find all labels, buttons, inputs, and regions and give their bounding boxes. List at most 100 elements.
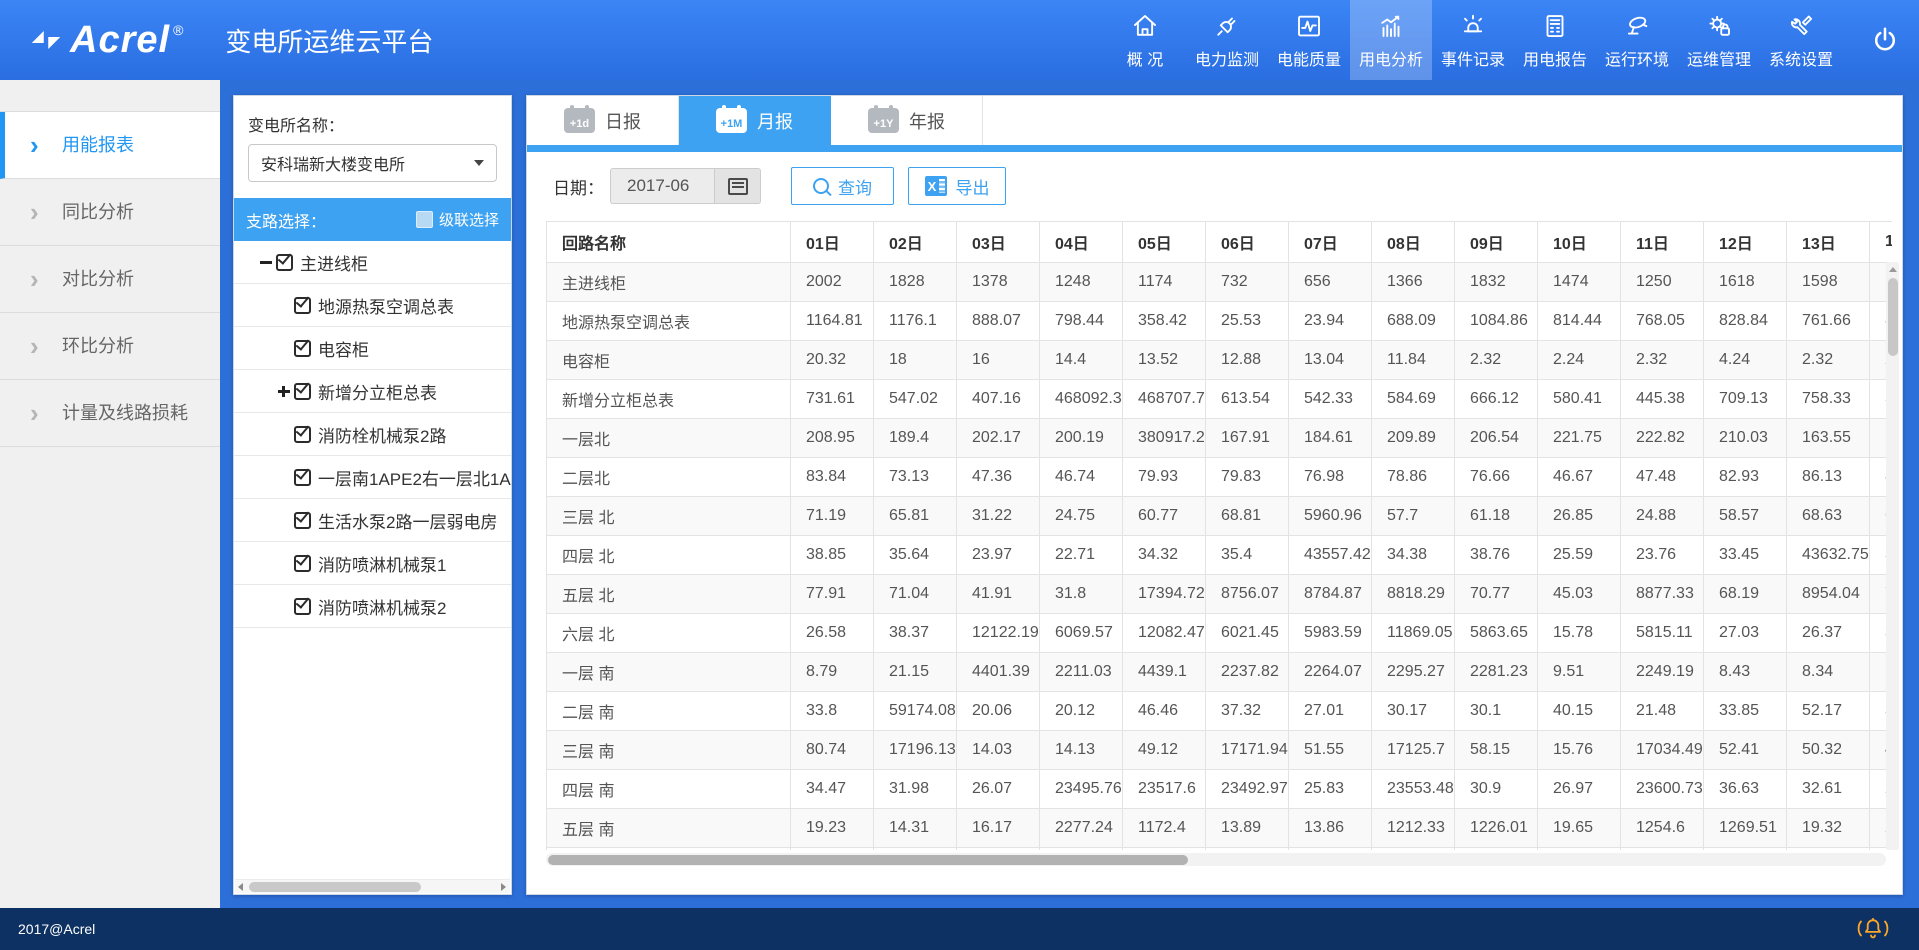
value-cell: 23.94 bbox=[1289, 302, 1372, 341]
value-cell: 51.55 bbox=[1289, 731, 1372, 770]
sidebar-item-3[interactable]: ›对比分析 bbox=[0, 246, 220, 313]
cascade-label: 级联选择 bbox=[439, 209, 499, 230]
value-cell: 14.4 bbox=[1040, 341, 1123, 380]
value-cell: 210.03 bbox=[1704, 419, 1787, 458]
tab-2[interactable]: +1M月报 bbox=[679, 96, 831, 145]
checkbox-checked-icon[interactable] bbox=[294, 512, 311, 529]
circuit-name-cell: 一层 南 bbox=[547, 653, 791, 692]
nav-item-home[interactable]: 概 况 bbox=[1104, 0, 1186, 80]
nav-item-waveform[interactable]: 电能质量 bbox=[1268, 0, 1350, 80]
report-panel: +1d日报+1M月报+1Y年报 日期： 2017-06 查询 X 导出 回路名称… bbox=[526, 95, 1903, 895]
tab-3[interactable]: +1Y年报 bbox=[831, 96, 983, 145]
report-toolbar: 日期： 2017-06 查询 X 导出 bbox=[527, 152, 1902, 220]
nav-item-label: 电能质量 bbox=[1277, 46, 1341, 70]
checkbox-checked-icon[interactable] bbox=[294, 598, 311, 615]
tree-item[interactable]: 新增分立柜总表 bbox=[234, 370, 511, 413]
value-cell: 25.59 bbox=[1538, 536, 1621, 575]
scroll-right-arrow-icon[interactable] bbox=[497, 880, 510, 893]
query-button[interactable]: 查询 bbox=[791, 167, 894, 205]
value-cell: 33.45 bbox=[1704, 536, 1787, 575]
nav-item-tools[interactable]: 系统设置 bbox=[1760, 0, 1842, 80]
checkbox-checked-icon[interactable] bbox=[294, 469, 311, 486]
table-vscrollbar[interactable] bbox=[1886, 262, 1899, 850]
sidebar-item-5[interactable]: ›计量及线路损耗 bbox=[0, 380, 220, 447]
value-cell: 6021.45 bbox=[1206, 614, 1289, 653]
sidebar-item-2[interactable]: ›同比分析 bbox=[0, 179, 220, 246]
value-cell: 58.15 bbox=[1455, 731, 1538, 770]
value-cell: 758.33 bbox=[1787, 380, 1870, 419]
cascade-checkbox[interactable]: 级联选择 bbox=[416, 209, 499, 230]
value-cell: 8756.07 bbox=[1206, 575, 1289, 614]
nav-item-label: 用电分析 bbox=[1359, 46, 1423, 70]
value-cell: 11.84 bbox=[1372, 341, 1455, 380]
tree-item[interactable]: 消防栓机械泵2路 bbox=[234, 413, 511, 456]
tree-item[interactable]: 主进线柜 bbox=[234, 241, 511, 284]
branch-panel: 变电所名称： 安科瑞新大楼变电所 支路选择： 级联选择 主进线柜地源热泵空调总表… bbox=[233, 95, 512, 895]
nav-item-label: 运行环境 bbox=[1605, 46, 1669, 70]
vscroll-thumb[interactable] bbox=[1888, 278, 1898, 356]
column-header: 09日 bbox=[1455, 222, 1538, 263]
nav-item-label: 运维管理 bbox=[1687, 46, 1751, 70]
value-cell: 200.19 bbox=[1040, 419, 1123, 458]
export-button[interactable]: X 导出 bbox=[908, 167, 1006, 205]
chevron-right-icon: › bbox=[30, 246, 39, 312]
value-cell: 12.88 bbox=[1206, 341, 1289, 380]
calendar-button[interactable] bbox=[714, 168, 761, 204]
value-cell: 17196.13 bbox=[874, 731, 957, 770]
sidebar-item-1[interactable]: ›用能报表 bbox=[0, 112, 220, 179]
station-select[interactable]: 安科瑞新大楼变电所 bbox=[248, 144, 497, 182]
value-cell: 445.38 bbox=[1621, 380, 1704, 419]
value-cell: 17125.7 bbox=[1372, 731, 1455, 770]
column-header: 06日 bbox=[1206, 222, 1289, 263]
tree-item[interactable]: 一层南1APE2右一层北1APE1左 bbox=[234, 456, 511, 499]
sidebar-item-label: 计量及线路损耗 bbox=[62, 403, 188, 423]
tree-item[interactable]: 电容柜 bbox=[234, 327, 511, 370]
value-cell: 22.71 bbox=[1040, 536, 1123, 575]
plus-expander-icon[interactable] bbox=[277, 383, 294, 400]
table-hscrollbar[interactable] bbox=[546, 853, 1886, 866]
branch-select-label: 支路选择： bbox=[246, 208, 326, 232]
value-cell: 468707.71 bbox=[1123, 380, 1206, 419]
nav-item-bar-chart[interactable]: 用电分析 bbox=[1350, 0, 1432, 80]
checkbox-checked-icon[interactable] bbox=[276, 254, 293, 271]
tree-item[interactable]: 生活水泵2路一层弱电房 bbox=[234, 499, 511, 542]
value-cell: 580.41 bbox=[1538, 380, 1621, 419]
branch-panel-hscrollbar[interactable] bbox=[235, 879, 510, 893]
checkbox-checked-icon[interactable] bbox=[294, 426, 311, 443]
power-button[interactable] bbox=[1869, 24, 1901, 56]
notification-bell-icon[interactable] bbox=[1855, 915, 1891, 943]
tree-item-label: 生活水泵2路一层弱电房 bbox=[318, 508, 497, 533]
value-cell: 666.12 bbox=[1455, 380, 1538, 419]
scroll-left-arrow-icon[interactable] bbox=[235, 880, 248, 893]
value-cell: 5815.11 bbox=[1621, 614, 1704, 653]
tree-item[interactable]: 消防喷淋机械泵2 bbox=[234, 585, 511, 628]
table-row: 四层 南34.4731.9826.0723495.7623517.623492.… bbox=[547, 770, 1893, 809]
checkbox-checked-icon[interactable] bbox=[294, 383, 311, 400]
value-cell: 613.54 bbox=[1206, 380, 1289, 419]
sidebar-item-4[interactable]: ›环比分析 bbox=[0, 313, 220, 380]
value-cell: 2.24 bbox=[1538, 341, 1621, 380]
nav-item-gear-lock[interactable]: 运维管理 bbox=[1678, 0, 1760, 80]
tree-item[interactable]: 地源热泵空调总表 bbox=[234, 284, 511, 327]
minus-expander-icon[interactable] bbox=[259, 254, 276, 271]
nav-item-report[interactable]: 用电报告 bbox=[1514, 0, 1596, 80]
hscroll-thumb[interactable] bbox=[249, 882, 421, 892]
checkbox-checked-icon[interactable] bbox=[294, 555, 311, 572]
tree-item[interactable]: 消防喷淋机械泵1 bbox=[234, 542, 511, 585]
tab-1[interactable]: +1d日报 bbox=[527, 96, 679, 145]
date-input[interactable]: 2017-06 bbox=[610, 168, 714, 204]
value-cell: 26.07 bbox=[957, 770, 1040, 809]
checkbox-checked-icon[interactable] bbox=[294, 297, 311, 314]
nav-item-camera[interactable]: 运行环境 bbox=[1596, 0, 1678, 80]
nav-item-alarm[interactable]: 事件记录 bbox=[1432, 0, 1514, 80]
value-cell: 2.32 bbox=[1787, 341, 1870, 380]
scroll-up-arrow-icon[interactable] bbox=[1886, 264, 1899, 276]
value-cell: 11869.05 bbox=[1372, 614, 1455, 653]
circuit-name-cell: 主进线柜 bbox=[547, 263, 791, 302]
nav-item-plug[interactable]: 电力监测 bbox=[1186, 0, 1268, 80]
circuit-name-cell: 电容柜 bbox=[547, 341, 791, 380]
checkbox-checked-icon[interactable] bbox=[294, 340, 311, 357]
column-header: 08日 bbox=[1372, 222, 1455, 263]
hscroll-thumb[interactable] bbox=[548, 855, 1188, 865]
value-cell: 30.9 bbox=[1455, 770, 1538, 809]
